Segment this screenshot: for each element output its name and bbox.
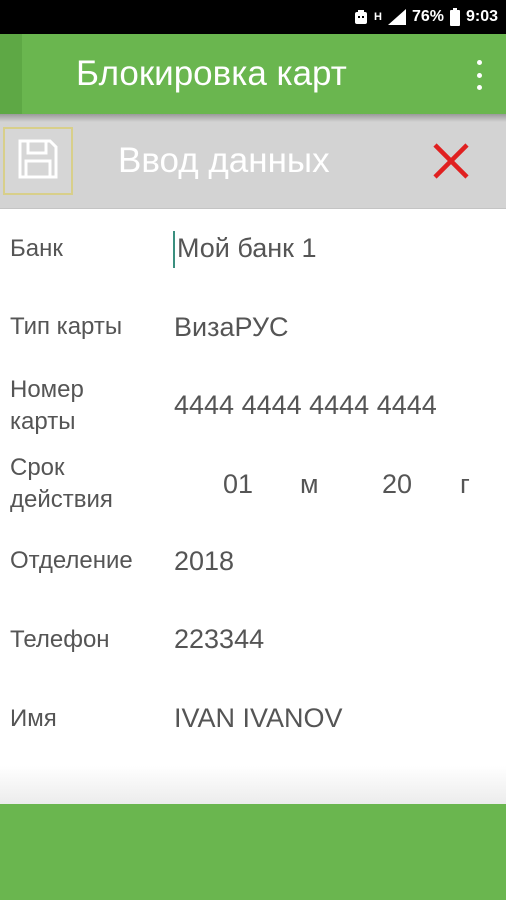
- expiry-year-unit: г: [460, 469, 470, 499]
- card-number-label-line2: карты: [10, 408, 76, 435]
- close-button[interactable]: [428, 138, 474, 184]
- branch-input[interactable]: 2018: [174, 544, 234, 578]
- network-h-icon: H: [373, 11, 382, 23]
- card-number-input[interactable]: 4444 4444 4444 4444: [174, 388, 437, 422]
- expiry-year-input[interactable]: 20: [382, 467, 412, 501]
- status-bar: H 76% 9:03: [0, 0, 506, 34]
- phone-label: Телефон: [10, 626, 110, 653]
- name-label: Имя: [10, 705, 57, 732]
- expiry-label-line1: Срок: [10, 454, 65, 481]
- expiry-month-unit: м: [300, 469, 319, 499]
- expiry-month-input[interactable]: 01: [223, 467, 253, 501]
- overflow-menu-icon[interactable]: [474, 60, 484, 90]
- battery-percent: 76%: [411, 8, 444, 25]
- bank-label: Банк: [10, 235, 63, 262]
- floppy-disk-icon: [16, 137, 60, 186]
- signal-icon: [387, 9, 406, 25]
- notification-icon: [354, 9, 368, 25]
- expiry-label-line2: действия: [10, 486, 113, 513]
- name-input[interactable]: IVAN IVANOV: [174, 701, 343, 735]
- close-icon: [433, 143, 469, 179]
- bottom-action-bar[interactable]: [0, 804, 506, 900]
- toolbar-shadow: [0, 114, 506, 122]
- card-type-input[interactable]: ВизаРУС: [174, 310, 289, 344]
- bottom-shade: [0, 766, 506, 804]
- save-button[interactable]: [3, 127, 73, 195]
- text-cursor: [173, 231, 175, 268]
- bank-input[interactable]: Мой банк 1: [177, 231, 317, 265]
- card-number-label-line1: Номер: [10, 376, 84, 403]
- toolbar-title: Ввод данных: [118, 141, 330, 180]
- app-title: Блокировка карт: [76, 54, 347, 93]
- card-type-label: Тип карты: [10, 313, 123, 340]
- clock: 9:03: [465, 8, 498, 25]
- phone-input[interactable]: 223344: [174, 622, 264, 656]
- battery-icon: [449, 8, 460, 26]
- app-bar-accent: [0, 34, 22, 114]
- app-bar: Блокировка карт: [0, 34, 506, 114]
- branch-label: Отделение: [10, 547, 133, 574]
